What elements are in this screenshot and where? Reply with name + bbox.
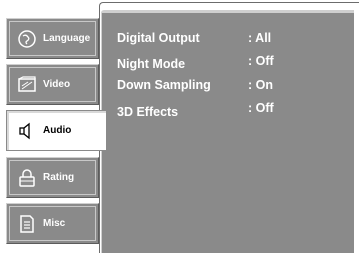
setting-label-down-sampling[interactable]: Down Sampling (117, 78, 211, 92)
setting-label-digital-output[interactable]: Digital Output (117, 31, 200, 45)
setting-value-digital-output[interactable]: : All (248, 31, 271, 45)
setting-label-night-mode[interactable]: Night Mode (117, 57, 185, 71)
settings-list: Digital Output : All Night Mode : Off Do… (0, 0, 359, 253)
setting-value-night-mode[interactable]: : Off (248, 54, 274, 68)
setup-menu-screen: Language Video Audio Rating Misc Digital… (0, 0, 359, 253)
setting-value-3d-effects[interactable]: : Off (248, 101, 274, 115)
setting-label-3d-effects[interactable]: 3D Effects (117, 105, 178, 119)
setting-value-down-sampling[interactable]: : On (248, 78, 273, 92)
